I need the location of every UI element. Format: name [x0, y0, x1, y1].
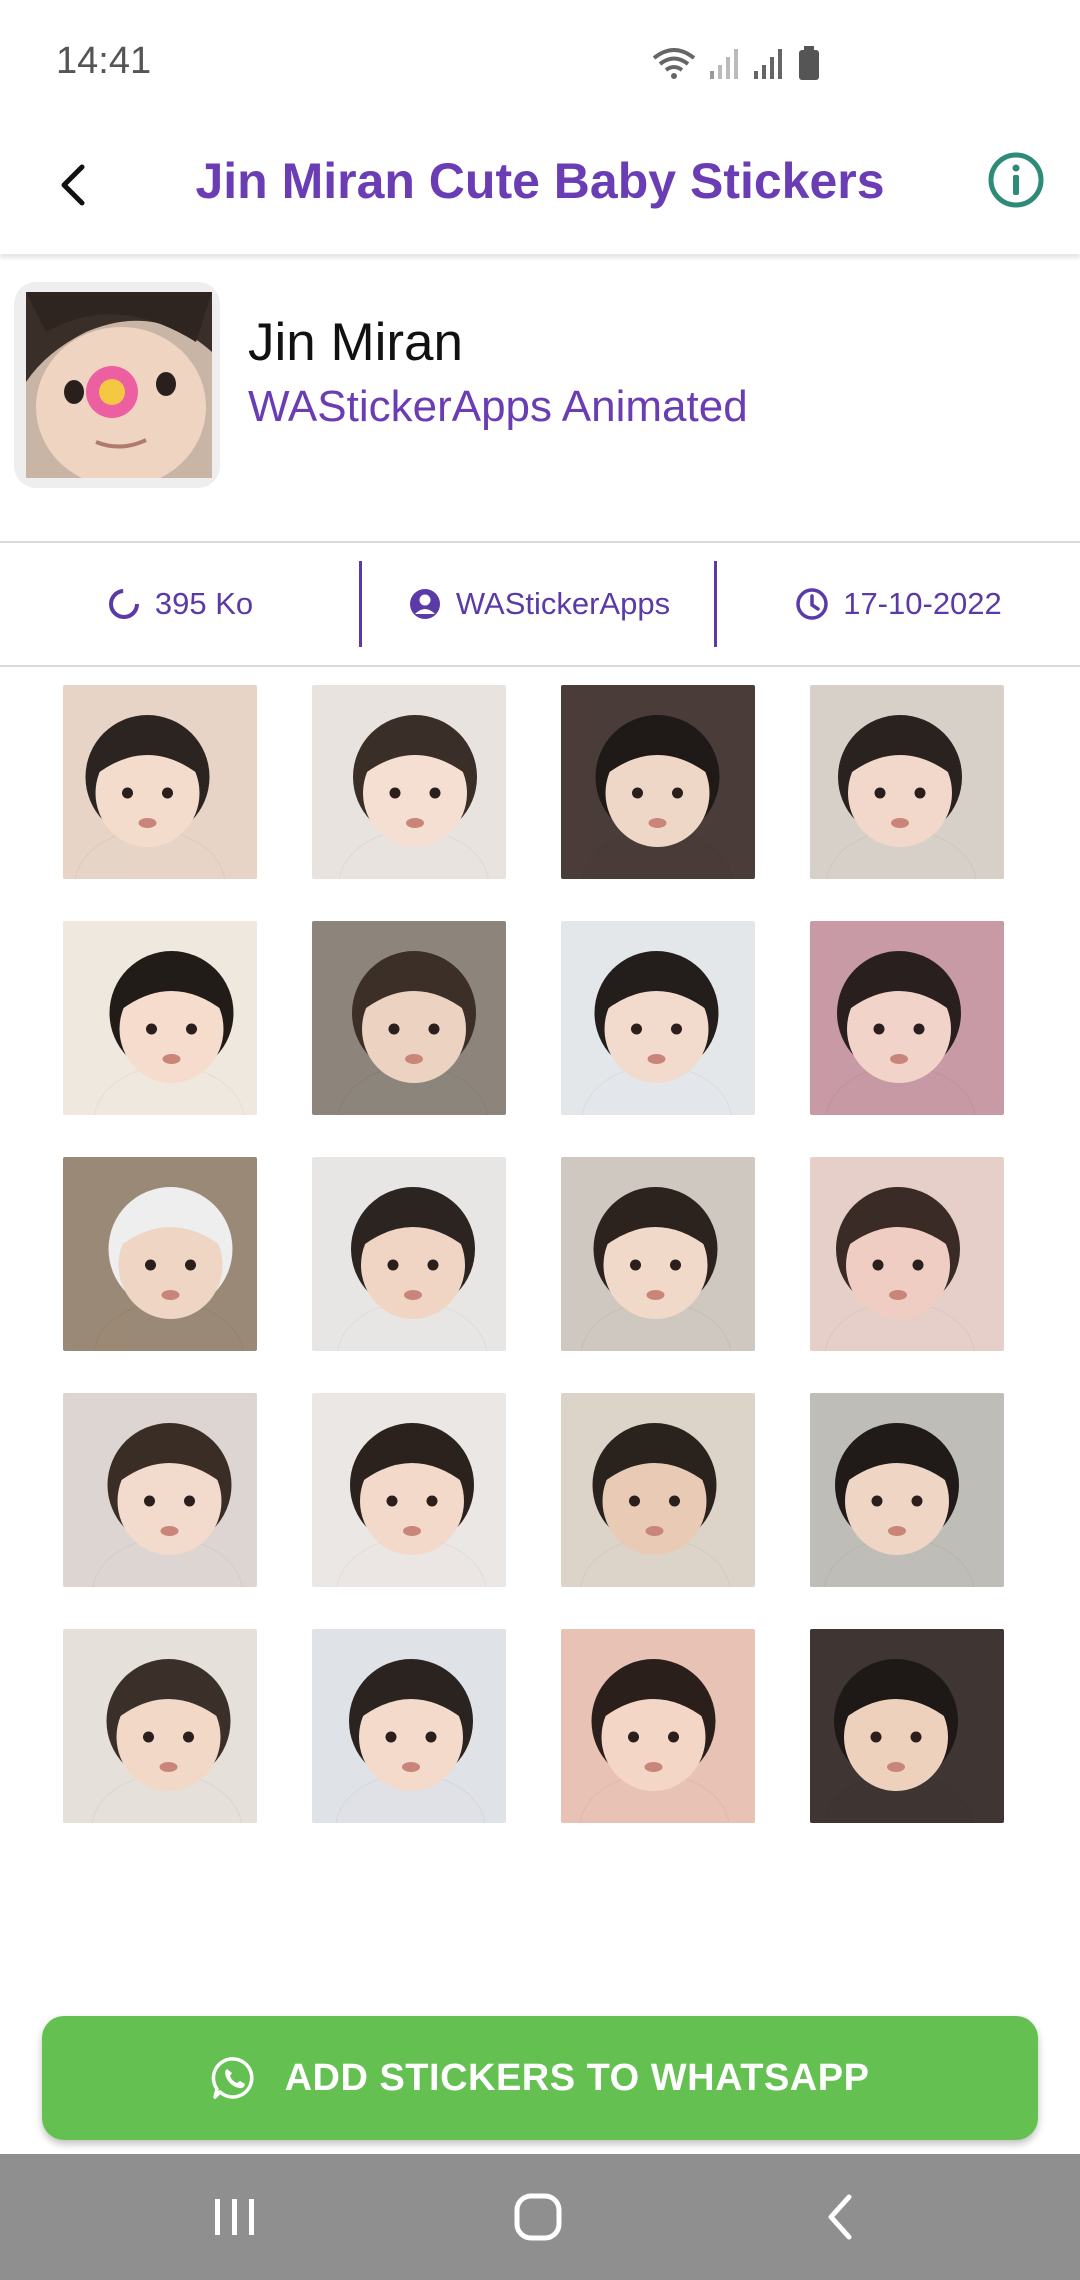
sticker-item[interactable] [63, 685, 257, 879]
status-bar: 14:41 [0, 0, 1080, 120]
pack-publisher-value: WAStickerApps [455, 586, 671, 621]
sticker-image [63, 1393, 257, 1587]
pack-publisher: WAStickerApps [362, 543, 716, 665]
add-to-whatsapp-button[interactable]: ADD STICKERS TO WHATSAPP [42, 2016, 1038, 2140]
sticker-image [561, 685, 755, 879]
home-button[interactable] [503, 2182, 573, 2252]
app-bar: Jin Miran Cute Baby Stickers [0, 120, 1080, 254]
recent-apps-button[interactable] [200, 2182, 270, 2252]
sticker-image [63, 685, 257, 879]
sticker-image [810, 1157, 1004, 1351]
battery-icon [799, 46, 819, 80]
sticker-item[interactable] [810, 1393, 1004, 1587]
sticker-item[interactable] [561, 921, 755, 1115]
sticker-image [63, 1629, 257, 1823]
sticker-item[interactable] [63, 1393, 257, 1587]
pack-name: Jin Miran [248, 313, 464, 372]
sticker-image [561, 1157, 755, 1351]
back-button[interactable] [44, 150, 102, 220]
sticker-item[interactable] [810, 1157, 1004, 1351]
sticker-image [312, 1629, 506, 1823]
sticker-item[interactable] [63, 921, 257, 1115]
back-arrow-icon [61, 164, 85, 206]
status-icons [652, 46, 820, 80]
pack-date: 17-10-2022 [717, 543, 1080, 665]
sticker-item[interactable] [810, 921, 1004, 1115]
pack-thumbnail-frame [14, 282, 220, 488]
sticker-item[interactable] [561, 1629, 755, 1823]
sticker-image [810, 1629, 1004, 1823]
info-circle-icon [988, 152, 1044, 208]
sticker-item[interactable] [63, 1629, 257, 1823]
wifi-icon [652, 48, 696, 79]
sticker-image [312, 1393, 506, 1587]
system-back-button[interactable] [805, 2182, 875, 2252]
sticker-image [810, 921, 1004, 1115]
sticker-item[interactable] [312, 1157, 506, 1351]
sticker-image [810, 685, 1004, 879]
loading-ring-icon [108, 589, 139, 619]
sticker-item[interactable] [312, 1629, 506, 1823]
pack-size-value: 395 Ko [154, 586, 254, 621]
pack-type: WAStickerApps Animated [248, 382, 748, 431]
sticker-image [810, 1393, 1004, 1587]
page-title: Jin Miran Cute Baby Stickers [195, 153, 885, 209]
info-button[interactable] [986, 150, 1046, 210]
sticker-item[interactable] [810, 685, 1004, 879]
sticker-image [312, 921, 506, 1115]
recent-apps-icon [215, 2199, 254, 2235]
sticker-item[interactable] [810, 1629, 1004, 1823]
add-to-whatsapp-label: ADD STICKERS TO WHATSAPP [284, 2056, 870, 2099]
home-icon [514, 2193, 562, 2241]
sticker-item[interactable] [312, 1393, 506, 1587]
sticker-item[interactable] [63, 1157, 257, 1351]
signal-weak-icon [710, 49, 738, 79]
person-circle-icon [409, 589, 440, 619]
pack-date-value: 17-10-2022 [843, 586, 1002, 621]
pack-size: 395 Ko [0, 543, 360, 665]
sticker-item[interactable] [312, 685, 506, 879]
sticker-item[interactable] [561, 1393, 755, 1587]
sticker-image [561, 1629, 755, 1823]
pack-info-row: 395 Ko WAStickerApps 17-10-2022 [0, 541, 1080, 667]
sticker-image [63, 1157, 257, 1351]
sticker-image [312, 685, 506, 879]
status-time: 14:41 [56, 40, 152, 82]
sticker-item[interactable] [312, 921, 506, 1115]
sticker-image [312, 1157, 506, 1351]
sticker-item[interactable] [561, 685, 755, 879]
sticker-image [561, 1393, 755, 1587]
back-chevron-icon [828, 2194, 852, 2240]
pack-thumbnail [26, 292, 212, 478]
signal-icon [754, 49, 782, 79]
sticker-image [63, 921, 257, 1115]
sticker-image [561, 921, 755, 1115]
sticker-item[interactable] [561, 1157, 755, 1351]
whatsapp-icon [211, 2057, 254, 2099]
system-nav-bar [0, 2154, 1080, 2280]
clock-icon [796, 588, 828, 620]
